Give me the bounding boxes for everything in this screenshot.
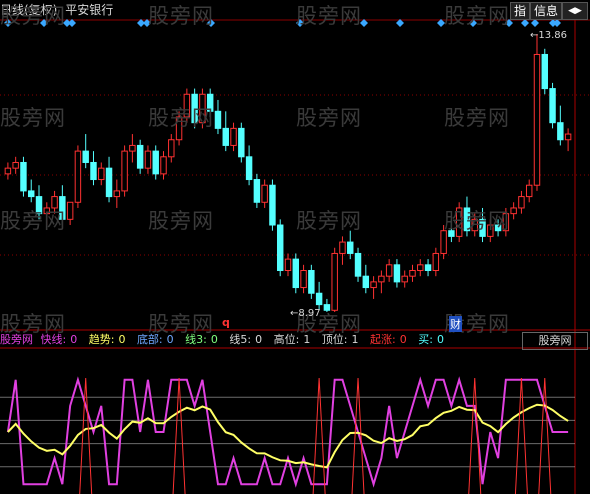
candle-body — [354, 252, 362, 277]
candle-body — [362, 275, 370, 289]
rise-signal-spike — [312, 377, 326, 494]
info-button[interactable]: 信息 — [530, 2, 562, 20]
legend-fast: 快线: 0 — [40, 333, 78, 346]
candle-body — [401, 275, 408, 283]
candle-body — [269, 184, 276, 226]
candle-body — [129, 144, 136, 152]
stock-name: 平安银行 — [65, 3, 114, 17]
candle-body — [98, 167, 105, 181]
candle-body — [222, 127, 229, 146]
candle-body — [276, 224, 284, 271]
legend-high: 高位: 1 — [273, 333, 311, 346]
candle-body — [315, 292, 323, 306]
indicator-name: 股旁网 — [0, 333, 33, 346]
watermark: 股旁网 — [0, 209, 66, 233]
candle-body — [339, 241, 346, 254]
candle-body — [518, 196, 525, 209]
candle-body — [510, 207, 517, 215]
candle-body — [432, 252, 440, 271]
legend-line3: 线3: 0 — [185, 333, 218, 346]
legend-top: 顶位: 1 — [321, 333, 359, 346]
watermark: 股旁网 — [0, 4, 66, 28]
candle-body — [409, 269, 416, 277]
candle-body — [424, 264, 432, 271]
watermark: 股旁网 — [444, 106, 510, 130]
candle-body — [541, 53, 548, 90]
candle-body — [4, 167, 12, 175]
candle-body — [378, 275, 385, 283]
legend-line5: 线5: 0 — [229, 333, 263, 346]
candle-body — [90, 161, 97, 181]
indicator-select[interactable]: 股旁网 — [522, 332, 588, 350]
q-marker: q — [222, 316, 230, 329]
candle-body — [557, 122, 564, 141]
watermark: 股旁网 — [444, 209, 510, 233]
candle-body — [74, 150, 82, 203]
legend-rise: 起涨: 0 — [370, 333, 407, 346]
rise-signal-spike — [351, 377, 365, 494]
rise-signal-spike — [538, 377, 552, 494]
zhi-button[interactable]: 指 — [510, 2, 530, 20]
candle-body — [370, 281, 377, 289]
rise-signal-spike — [172, 377, 186, 494]
candle-body — [308, 269, 315, 294]
indicator-legend: 股旁网 快线: 0 趋势: 0 底部: 0 线3: 0 线5: 0 高位: 1 顶位: 1 起… — [0, 332, 452, 348]
candle-body — [230, 127, 237, 146]
candle-body — [144, 150, 152, 169]
watermark: 股旁网 — [0, 106, 66, 130]
candle-body — [113, 190, 121, 198]
candle-body — [105, 167, 113, 198]
candle-body — [533, 53, 541, 186]
candle-body — [292, 258, 300, 289]
watermark: 股旁网 — [444, 4, 510, 28]
candle-body — [136, 144, 144, 169]
rise-signal-spike — [79, 377, 93, 494]
legend-buy: 买: 0 — [418, 333, 444, 346]
candle-body — [20, 161, 27, 192]
candle-body — [417, 264, 424, 271]
fast-line — [6, 376, 569, 488]
candle-body — [284, 258, 292, 271]
candle-body — [238, 127, 245, 158]
low-price-label: ←8.97 — [290, 308, 321, 319]
high-price-label: ←13.86 — [530, 30, 568, 41]
watermark: 股旁网 — [148, 106, 214, 130]
candle-body — [347, 241, 354, 254]
candle-body — [393, 264, 401, 283]
candle-body — [549, 88, 556, 124]
candle-body — [214, 110, 222, 129]
candle-body — [245, 156, 253, 181]
chart-canvas — [0, 19, 590, 494]
watermark: 股旁网 — [296, 209, 362, 233]
watermark: 股旁网 — [296, 4, 362, 28]
candle-body — [66, 201, 74, 220]
candle-body — [168, 139, 175, 158]
candle-body — [261, 184, 268, 203]
watermark: 股旁网 — [148, 4, 214, 28]
candle-body — [12, 161, 19, 169]
candle-body — [28, 190, 35, 198]
legend-trend: 趋势: 0 — [88, 333, 126, 346]
rise-signal-spike — [514, 377, 528, 494]
watermark: 股旁网 — [148, 209, 214, 233]
candle-body — [385, 264, 393, 277]
candle-body — [82, 150, 89, 163]
candle-body — [253, 179, 261, 203]
candle-body — [331, 252, 338, 311]
candle-body — [152, 150, 159, 175]
nav-arrows-icon[interactable]: ◀▶ — [562, 2, 588, 20]
candle-body — [564, 133, 572, 141]
candle-body — [160, 156, 167, 175]
candle-body — [300, 269, 307, 289]
candle-body — [121, 150, 128, 192]
cai-marker: 财 — [449, 316, 462, 332]
legend-bottom: 底部: 0 — [136, 333, 174, 346]
rise-signal-spike — [468, 377, 482, 494]
watermark: 股旁网 — [296, 106, 362, 130]
candle-body — [525, 184, 533, 198]
